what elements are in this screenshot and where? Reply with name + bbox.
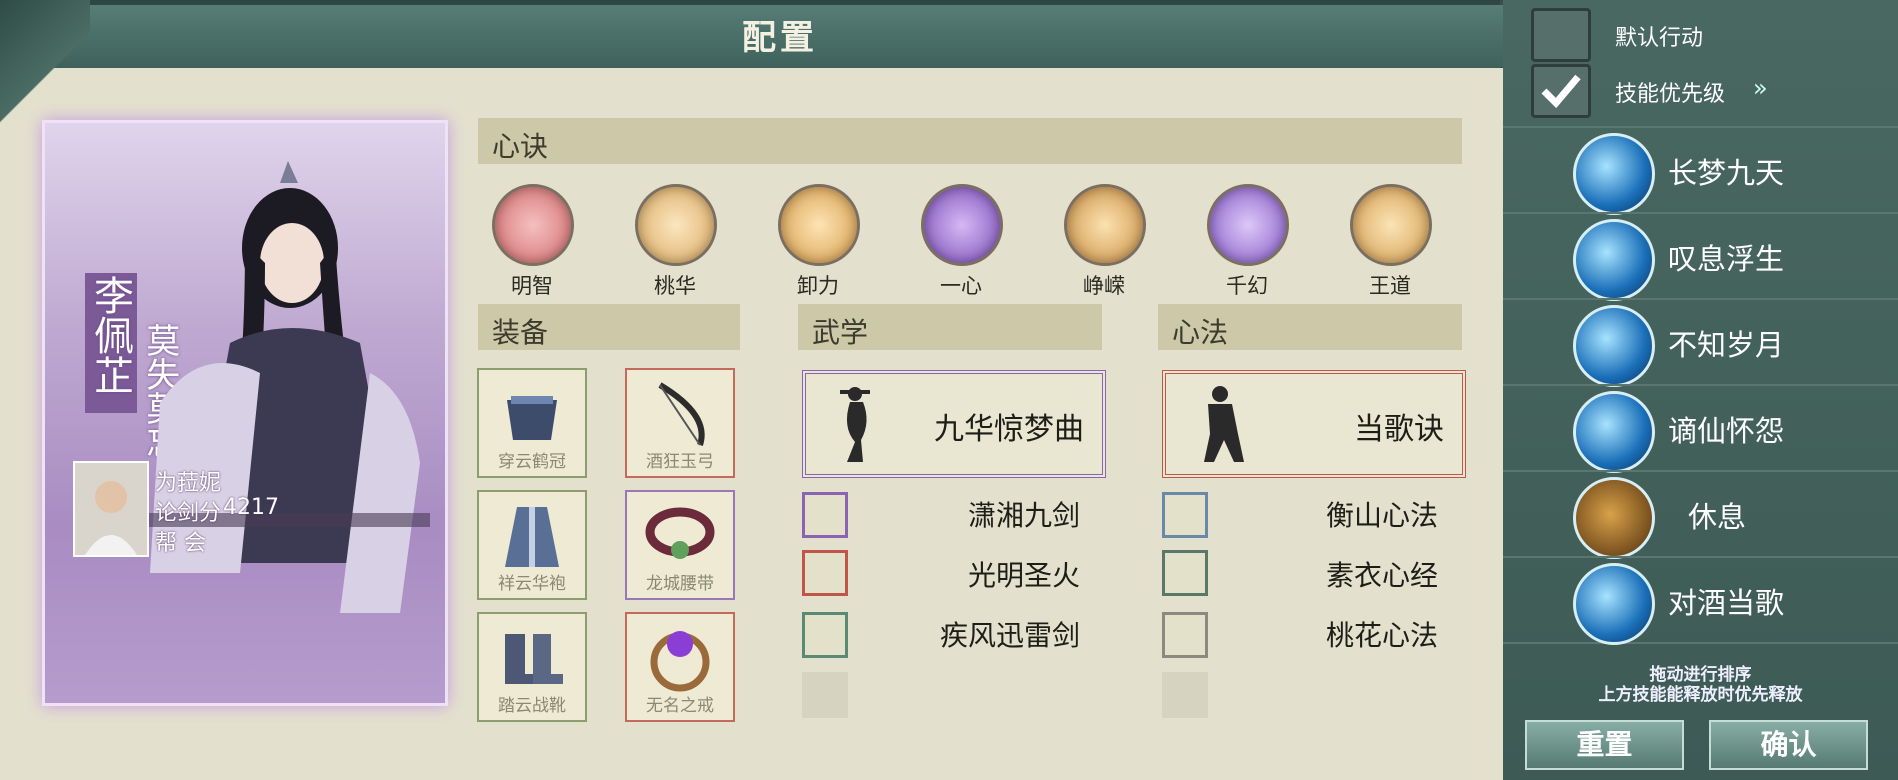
wuxue-item-icon[interactable] <box>802 492 848 538</box>
wuxue-item-icon[interactable] <box>802 550 848 596</box>
belt-icon <box>645 507 715 559</box>
character-name: 李佩芷 <box>87 275 133 395</box>
xinjue-item[interactable]: 千幻 <box>1207 184 1289 300</box>
xinfa-main-slot[interactable]: 当歌诀 <box>1162 370 1466 478</box>
taohua-icon <box>635 184 717 266</box>
skill-icon <box>1573 219 1655 301</box>
skill-icon <box>1573 133 1655 215</box>
reset-button[interactable]: 重置 <box>1525 720 1684 770</box>
wangdao-icon <box>1350 184 1432 266</box>
xinfa-title: 心法 <box>1172 316 1229 349</box>
equip-slot-weapon[interactable]: 酒狂玉弓 <box>625 368 735 478</box>
qianhuan-icon <box>1207 184 1289 266</box>
confirm-button[interactable]: 确认 <box>1709 720 1868 770</box>
xinjue-item[interactable]: 王道 <box>1350 184 1432 300</box>
dancer-icon <box>840 387 870 462</box>
leaf-decoration <box>0 0 90 130</box>
xinjue-item[interactable]: 峥嵘 <box>1064 184 1146 300</box>
robe-icon <box>505 507 559 567</box>
wuxue-item-2[interactable]: 光明圣火 <box>968 554 1080 594</box>
wuxue-item-icon[interactable] <box>802 612 848 658</box>
ring-icon <box>650 631 710 692</box>
wuxue-item-3[interactable]: 疾风迅雷剑 <box>940 614 1080 654</box>
hint-line-2: 上方技能能释放时优先释放 <box>1598 685 1803 705</box>
skill-icon <box>1573 563 1655 645</box>
score-label: 论剑分 <box>155 501 222 526</box>
priority-skill-row[interactable]: 谪仙怀怨 <box>1503 384 1898 473</box>
xinfa-item-3[interactable]: 桃花心法 <box>1326 614 1438 654</box>
priority-skill-row[interactable]: 叹息浮生 <box>1503 212 1898 301</box>
xinjue-title: 心诀 <box>492 130 549 163</box>
wuxue-empty-slot[interactable] <box>802 672 848 718</box>
guild-label: 帮 会 <box>155 531 206 556</box>
helmet-icon <box>507 396 557 440</box>
xieli-icon <box>778 184 860 266</box>
rest-icon <box>1573 477 1655 559</box>
skill-icon <box>1573 391 1655 473</box>
equip-slot-robe[interactable]: 祥云华袍 <box>477 490 587 600</box>
xinjue-item[interactable]: 明智 <box>492 184 574 300</box>
priority-skill-row[interactable]: 对酒当歌 <box>1503 556 1898 645</box>
skill-priority-label: 技能优先级 <box>1615 82 1726 107</box>
equip-slot-boots[interactable]: 踏云战靴 <box>477 612 587 722</box>
xinfa-item-1[interactable]: 衡山心法 <box>1326 494 1438 534</box>
double-chevron-icon[interactable]: » <box>1753 74 1768 102</box>
xinfa-header: 心法 <box>1158 304 1462 350</box>
xinjue-item[interactable]: 桃华 <box>635 184 717 300</box>
xinfa-item-icon[interactable] <box>1162 550 1208 596</box>
default-action-checkbox[interactable] <box>1531 8 1591 62</box>
skill-icon <box>1573 305 1655 387</box>
equipment-header: 装备 <box>478 304 740 350</box>
checkmark-icon <box>1541 74 1581 109</box>
xinfa-empty-slot[interactable] <box>1162 672 1208 718</box>
equip-slot-helmet[interactable]: 穿云鹤冠 <box>477 368 587 478</box>
boots-icon <box>505 634 563 684</box>
character-card: 李佩芷 莫失莫忘 为菈妮 论剑分 4217 帮 会 <box>42 120 448 706</box>
priority-skill-row[interactable]: 休息 <box>1503 470 1898 559</box>
equipment-title: 装备 <box>492 316 549 349</box>
priority-skill-row[interactable]: 不知岁月 <box>1503 298 1898 387</box>
player-name: 为菈妮 <box>155 471 222 496</box>
wuxue-title: 武学 <box>812 316 869 349</box>
equip-slot-belt[interactable]: 龙城腰带 <box>625 490 735 600</box>
wuxue-main-slot[interactable]: 九华惊梦曲 <box>802 370 1106 478</box>
page-title: 配置 <box>742 18 818 58</box>
default-action-label: 默认行动 <box>1615 26 1704 51</box>
xinfa-main-name: 当歌诀 <box>1354 412 1444 447</box>
wuxue-main-name: 九华惊梦曲 <box>934 412 1084 447</box>
skill-priority-checkbox[interactable] <box>1531 64 1591 118</box>
xinjue-item[interactable]: 一心 <box>921 184 1003 300</box>
xinfa-item-icon[interactable] <box>1162 612 1208 658</box>
equip-slot-ring[interactable]: 无名之戒 <box>625 612 735 722</box>
priority-skill-row[interactable]: 长梦九天 <box>1503 126 1898 215</box>
xinjue-item[interactable]: 卸力 <box>778 184 860 300</box>
warrior-icon <box>1204 386 1244 462</box>
yixin-icon <box>921 184 1003 266</box>
zhengrong-icon <box>1064 184 1146 266</box>
xinfa-item-icon[interactable] <box>1162 492 1208 538</box>
skill-priority-panel: 默认行动 技能优先级 » 长梦九天 叹息浮生 不知岁月 谪仙怀怨 休息 对酒当歌… <box>1503 0 1898 780</box>
score-value: 4217 <box>223 495 279 520</box>
wuxue-item-1[interactable]: 潇湘九剑 <box>968 494 1080 534</box>
xinfa-item-2[interactable]: 素衣心经 <box>1326 554 1438 594</box>
bow-icon <box>658 382 705 446</box>
player-avatar[interactable] <box>73 461 149 557</box>
mingzhi-icon <box>492 184 574 266</box>
wuxue-header: 武学 <box>798 304 1102 350</box>
xinjue-header: 心诀 <box>478 118 1462 164</box>
